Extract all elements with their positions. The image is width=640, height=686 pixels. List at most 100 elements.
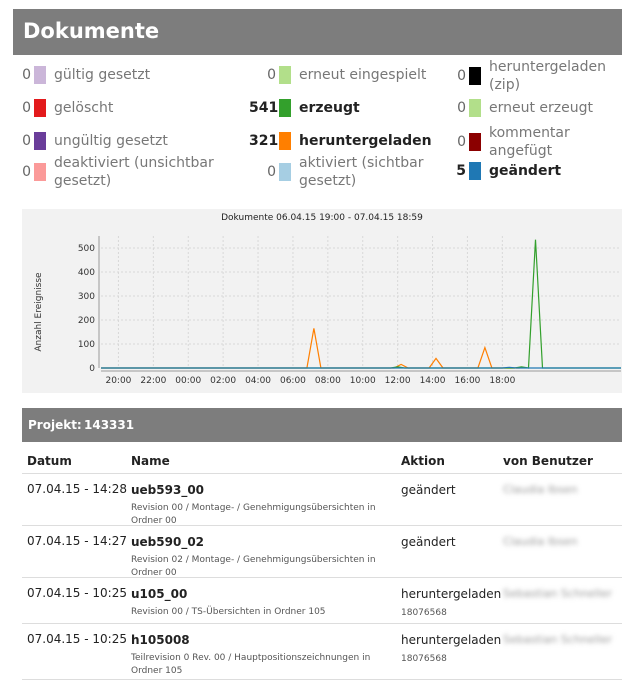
legend-item[interactable]: 0 kommentar angefügt — [446, 124, 619, 160]
y-tick-label: 500 — [78, 244, 95, 254]
project-label: Projekt: — [28, 418, 82, 432]
row-user: Sebastian Schneller — [503, 587, 612, 600]
series-line-erzeugt — [101, 239, 621, 369]
document-revision-info: Revision 02 / Montage- / Genehmigungsübe… — [131, 555, 376, 578]
legend-count: 0 — [457, 100, 466, 116]
x-tick-label: 10:00 — [350, 376, 376, 386]
col-header-date[interactable]: Datum — [27, 454, 72, 468]
row-name-cell: ueb593_00 Revision 00 / Montage- / Genehm… — [131, 482, 396, 528]
table-row[interactable]: 07.04.15 - 10:25 h105008 Teilrevision 0 Re… — [22, 624, 622, 680]
table-body: 07.04.15 - 14:28 ueb593_00 Revision 00 / M… — [22, 474, 622, 680]
page-title: Dokumente — [23, 19, 160, 43]
legend-item[interactable]: 0 ungültig gesetzt — [13, 132, 234, 150]
chart-plot-area: 0 100 200 300 400 500 20:00 22:00 00:00 02:00 04:0… — [78, 236, 621, 386]
col-header-action[interactable]: Aktion — [401, 454, 445, 468]
legend-item[interactable]: 0 aktiviert (sichtbar gesetzt) — [249, 154, 449, 190]
row-action: heruntergeladen — [401, 633, 502, 647]
row-action-cell: heruntergeladen 18076568 — [401, 586, 501, 618]
row-action-id: 18076568 — [401, 654, 447, 664]
row-date: 07.04.15 - 10:25 — [27, 586, 127, 600]
x-tick-label: 02:00 — [210, 376, 236, 386]
row-name-cell: u105_00 Revision 00 / TS-Übersichten in O… — [131, 586, 396, 619]
legend-count: 0 — [457, 68, 466, 84]
y-tick-label: 0 — [89, 364, 95, 374]
legend-swatch — [279, 66, 291, 84]
row-date: 07.04.15 - 14:27 — [27, 534, 127, 548]
legend-count: 541 — [249, 100, 279, 116]
legend-swatch — [279, 132, 291, 150]
legend-count: 0 — [22, 133, 31, 149]
legend-item[interactable]: 5 geändert — [446, 162, 619, 180]
row-date: 07.04.15 - 14:28 — [27, 482, 127, 496]
legend-count: 0 — [22, 164, 31, 180]
table-header: Datum Name Aktion von Benutzer — [22, 446, 622, 474]
legend-item[interactable]: 0 erneut eingespielt — [249, 66, 449, 84]
row-name-cell: h105008 Teilrevision 0 Rev. 00 / Hauptpos… — [131, 632, 396, 678]
legend-count: 0 — [267, 164, 276, 180]
legend-swatch — [34, 132, 46, 150]
legend-count: 5 — [456, 163, 466, 179]
series-line-geändert — [101, 366, 621, 369]
table-row[interactable]: 07.04.15 - 10:25 u105_00 Revision 00 / TS-… — [22, 578, 622, 624]
row-action-cell: geändert — [401, 482, 456, 504]
legend-swatch — [34, 163, 46, 181]
document-name-link[interactable]: ueb593_00 — [131, 482, 396, 498]
row-action: heruntergeladen — [401, 587, 502, 601]
legend-label: gültig gesetzt — [54, 67, 151, 83]
legend-label: erneut erzeugt — [489, 100, 594, 116]
row-date: 07.04.15 - 10:25 — [27, 632, 127, 646]
legend-count: 0 — [267, 67, 276, 83]
row-action: geändert — [401, 535, 456, 549]
legend-swatch — [34, 99, 46, 117]
y-tick-label: 100 — [78, 340, 95, 350]
documents-table: Datum Name Aktion von Benutzer 07.04.15 … — [22, 446, 622, 680]
x-tick-label: 04:00 — [245, 376, 271, 386]
y-tick-label: 400 — [78, 268, 95, 278]
row-action: geändert — [401, 483, 456, 497]
x-tick-label: 08:00 — [315, 376, 341, 386]
legend-label: geändert — [489, 163, 562, 179]
legend-swatch — [469, 99, 481, 117]
row-user: Claudia Ibsen — [503, 535, 578, 548]
legend-count: 0 — [22, 100, 31, 116]
legend-count: 0 — [457, 134, 466, 150]
legend-item[interactable]: 0 heruntergeladen (zip) — [446, 58, 619, 94]
document-revision-info: Revision 00 / TS-Übersichten in Ordner 1… — [131, 607, 326, 617]
row-action-id: 18076568 — [401, 608, 447, 618]
y-tick-label: 300 — [78, 292, 95, 302]
legend-item[interactable]: 0 erneut erzeugt — [446, 99, 619, 117]
legend-label: erneut eingespielt — [299, 67, 427, 83]
legend-item[interactable]: 541 erzeugt — [249, 99, 449, 117]
row-name-cell: ueb590_02 Revision 02 / Montage- / Genehm… — [131, 534, 396, 580]
project-id: 143331 — [84, 418, 135, 432]
document-name-link[interactable]: h105008 — [131, 632, 396, 648]
table-row[interactable]: 07.04.15 - 14:27 ueb590_02 Revision 02 / M… — [22, 526, 622, 578]
col-header-user[interactable]: von Benutzer — [503, 454, 593, 468]
document-revision-info: Teilrevision 0 Rev. 00 / Hauptpositionsz… — [131, 653, 371, 676]
legend-swatch — [279, 99, 291, 117]
legend-label: gelöscht — [54, 100, 114, 116]
legend-label: heruntergeladen (zip) — [489, 59, 606, 93]
legend-swatch — [469, 133, 481, 151]
legend-label: ungültig gesetzt — [54, 133, 168, 149]
x-tick-label: 14:00 — [420, 376, 446, 386]
document-name-link[interactable]: ueb590_02 — [131, 534, 396, 550]
row-user: Claudia Ibsen — [503, 483, 578, 496]
legend-label: heruntergeladen — [299, 133, 432, 149]
series-line-heruntergeladen — [101, 328, 520, 369]
x-tick-label: 12:00 — [385, 376, 411, 386]
legend-item[interactable]: 321 heruntergeladen — [249, 132, 449, 150]
legend-swatch — [34, 66, 46, 84]
legend-swatch — [279, 163, 291, 181]
document-revision-info: Revision 00 / Montage- / Genehmigungsübe… — [131, 503, 376, 526]
document-name-link[interactable]: u105_00 — [131, 586, 396, 602]
legend-item[interactable]: 0 deaktiviert (unsichtbar gesetzt) — [13, 154, 234, 190]
legend-item[interactable]: 0 gültig gesetzt — [13, 66, 234, 84]
row-action-cell: geändert — [401, 534, 456, 556]
legend-item[interactable]: 0 gelöscht — [13, 99, 234, 117]
table-row[interactable]: 07.04.15 - 14:28 ueb593_00 Revision 00 / M… — [22, 474, 622, 526]
legend-label: deaktiviert (unsichtbar gesetzt) — [54, 155, 214, 189]
col-header-name[interactable]: Name — [131, 454, 170, 468]
legend-label: kommentar angefügt — [489, 125, 570, 159]
row-action-cell: heruntergeladen 18076568 — [401, 632, 501, 664]
